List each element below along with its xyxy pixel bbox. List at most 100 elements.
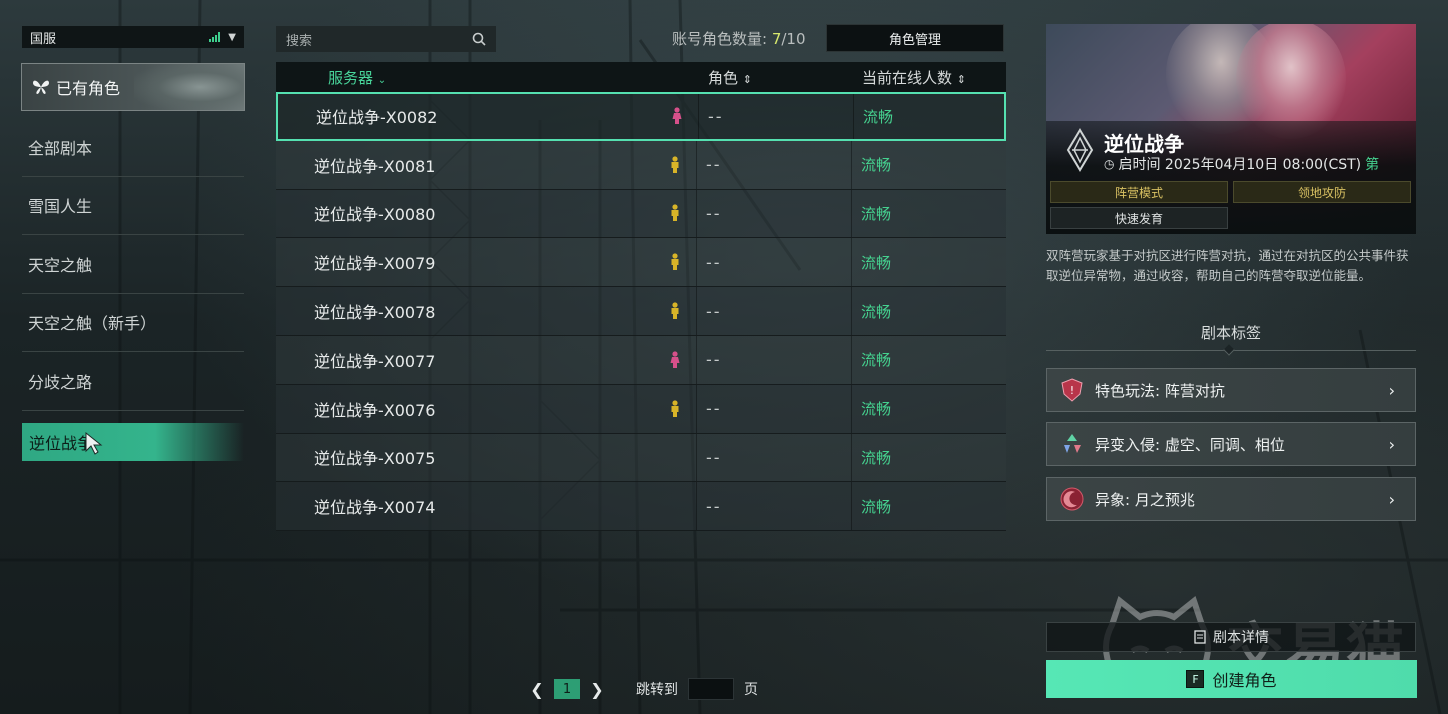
sidebar-item-divergent-path[interactable]: 分歧之路: [22, 352, 244, 411]
pagination: ❮ 1 ❯ 跳转到 页: [530, 678, 758, 700]
next-page-icon[interactable]: ❯: [590, 680, 604, 699]
server-row[interactable]: 逆位战争-X0080 -- 流畅: [276, 189, 1006, 239]
feature-mutation-invasion[interactable]: 异变入侵: 虚空、同调、相位 ›: [1046, 422, 1416, 466]
signal-strength-icon: [209, 32, 221, 42]
scenario-details-label: 剧本详情: [1213, 630, 1269, 646]
account-role-count-max: /10: [781, 30, 806, 48]
role-value: --: [706, 447, 722, 467]
column-divider: [698, 94, 699, 139]
server-status: 流畅: [863, 107, 894, 126]
sidebar-item-label: 天空之触（新手）: [28, 314, 157, 334]
feature-label: 特色玩法: 阵营对抗: [1095, 381, 1225, 400]
create-role-button[interactable]: F 创建角色: [1046, 660, 1417, 698]
butterfly-icon: [33, 80, 49, 94]
sidebar-item-reverse-war[interactable]: 逆位战争: [22, 422, 244, 461]
prev-page-icon[interactable]: ❮: [530, 680, 544, 699]
sidebar-item-sky-touch[interactable]: 天空之触: [22, 235, 244, 294]
sidebar-item-label: 天空之触: [28, 255, 93, 275]
region-label: 国服: [30, 31, 57, 47]
chevron-right-icon: ›: [1388, 434, 1395, 454]
column-header-server[interactable]: 服务器 ⌄: [328, 67, 386, 88]
column-divider: [851, 287, 852, 335]
scenario-list: 全部剧本 雪国人生 天空之触 天空之触（新手） 分歧之路 逆位战争: [22, 118, 244, 461]
scenario-description: 双阵营玩家基于对抗区进行阵营对抗，通过在对抗区的公共事件获取逆位异常物，通过收容…: [1046, 248, 1409, 283]
server-row[interactable]: 逆位战争-X0078 -- 流畅: [276, 287, 1006, 336]
scenario-details-button[interactable]: 剧本详情: [1046, 622, 1416, 652]
server-name: 逆位战争-X0079: [314, 254, 436, 274]
sidebar-item-sky-touch-newbie[interactable]: 天空之触（新手）: [22, 294, 244, 352]
role-value: --: [706, 203, 722, 223]
column-header-server-label: 服务器: [328, 68, 374, 87]
tag-fast-growth: 快速发育: [1050, 207, 1228, 229]
server-row[interactable]: 逆位战争-X0077 -- 流畅: [276, 335, 1006, 385]
account-role-count-label: 账号角色数量:: [672, 30, 772, 48]
server-name: 逆位战争-X0082: [316, 108, 438, 128]
server-name: 逆位战争-X0074: [314, 498, 436, 518]
region-selector[interactable]: 国服 ▼: [22, 26, 244, 48]
column-divider: [696, 384, 697, 433]
role-value: --: [706, 155, 722, 175]
start-time-extra: 第: [1365, 157, 1380, 173]
server-row[interactable]: 逆位战争-X0074 -- 流畅: [276, 482, 1006, 532]
scenario-logo-icon: [1066, 128, 1094, 172]
search-input[interactable]: 搜索: [276, 26, 496, 52]
column-header-online[interactable]: 当前在线人数 ⇕: [862, 67, 966, 88]
sort-toggle-icon: ⇕: [956, 72, 967, 86]
column-divider: [696, 482, 697, 531]
role-value: --: [706, 301, 722, 321]
page-number-input[interactable]: [688, 678, 734, 700]
sort-toggle-icon: ⇕: [742, 72, 753, 86]
column-header-role[interactable]: 角色 ⇕: [708, 67, 752, 88]
tag-camp-mode: 阵营模式: [1050, 181, 1228, 203]
feature-moon-omen[interactable]: 异象: 月之预兆 ›: [1046, 477, 1416, 521]
svg-text:!: !: [1070, 384, 1074, 397]
jump-to-label: 跳转到: [636, 682, 678, 698]
column-divider: [851, 238, 852, 287]
sort-down-icon: ⌄: [377, 74, 387, 86]
column-divider: [696, 189, 697, 238]
male-character-icon: [671, 400, 679, 417]
column-divider: [851, 482, 852, 531]
clock-icon: ◷: [1104, 157, 1115, 171]
start-time-text: 启时间 2025年04月10日 08:00(CST): [1118, 157, 1362, 173]
current-page[interactable]: 1: [554, 679, 580, 699]
mouse-cursor-icon: [85, 431, 103, 455]
role-value: --: [706, 252, 722, 272]
male-character-icon: [671, 204, 679, 222]
female-character-icon: [670, 351, 680, 368]
hotkey-badge: F: [1186, 670, 1205, 688]
feature-label: 异象: 月之预兆: [1095, 490, 1195, 509]
my-roles-button[interactable]: 已有角色: [21, 63, 245, 111]
server-row[interactable]: 逆位战争-X0075 -- 流畅: [276, 433, 1006, 483]
feature-label: 异变入侵: 虚空、同调、相位: [1095, 435, 1285, 454]
role-value: --: [706, 496, 722, 516]
avatar: [134, 64, 244, 110]
page-unit-label: 页: [744, 682, 758, 698]
sidebar-item-snow-country[interactable]: 雪国人生: [22, 177, 244, 235]
my-roles-label: 已有角色: [56, 79, 121, 98]
server-name: 逆位战争-X0077: [314, 351, 436, 371]
column-divider: [851, 384, 852, 433]
server-status: 流畅: [861, 400, 892, 419]
server-row[interactable]: 逆位战争-X0079 -- 流畅: [276, 238, 1006, 288]
server-row[interactable]: 逆位战争-X0081 -- 流畅: [276, 140, 1006, 190]
sidebar-item-label: 雪国人生: [28, 197, 93, 217]
server-row[interactable]: 逆位战争-X0082 -- 流畅: [276, 92, 1006, 141]
server-row[interactable]: 逆位战争-X0076 -- 流畅: [276, 384, 1006, 434]
scenario-title: 逆位战争: [1104, 132, 1184, 156]
column-divider: [851, 140, 852, 189]
column-divider: [696, 335, 697, 384]
server-name: 逆位战争-X0076: [314, 400, 436, 420]
sidebar-item-all-scenarios[interactable]: 全部剧本: [22, 118, 244, 177]
feature-camp-battle[interactable]: ! 特色玩法: 阵营对抗 ›: [1046, 368, 1416, 412]
divider-notch: [1223, 344, 1235, 356]
role-management-button[interactable]: 角色管理: [826, 24, 1004, 52]
male-character-icon: [671, 156, 679, 173]
scenario-banner: 逆位战争 ◷ 启时间 2025年04月10日 08:00(CST) 第 阵营模式…: [1046, 24, 1416, 234]
column-header-role-label: 角色: [708, 68, 739, 87]
column-header-online-label: 当前在线人数: [862, 68, 953, 87]
column-divider: [696, 140, 697, 189]
sidebar-item-label: 全部剧本: [28, 138, 93, 158]
search-icon[interactable]: [472, 32, 486, 46]
chevron-right-icon: ›: [1388, 489, 1395, 509]
